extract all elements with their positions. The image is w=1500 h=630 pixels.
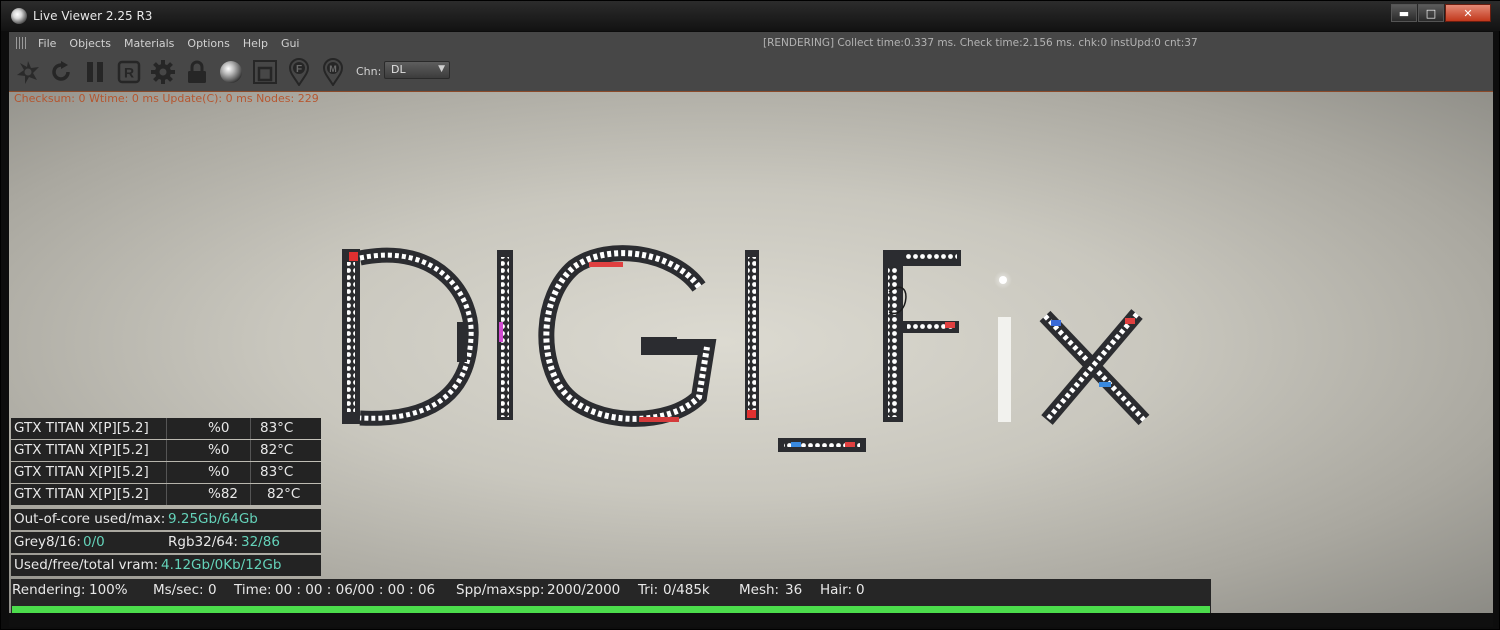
column-divider [166,462,167,483]
cinema4d-logo-icon [11,8,27,24]
channel-select[interactable]: DL ▼ [384,61,450,79]
material-pin-icon[interactable]: M [318,57,348,87]
live-viewer-window: Live Viewer 2.25 R3 ▬ □ ✕ File Objects M… [0,0,1500,630]
column-divider [250,462,251,483]
gpu-name: GTX TITAN X[P][5.2] [14,464,149,480]
column-divider [250,484,251,505]
gpu-row: GTX TITAN X[P][5.2] %0 82°C [11,440,321,461]
tri-label: Tri: [638,582,659,598]
out-of-core-stat: Out-of-core used/max: 9.25Gb/64Gb [11,509,321,530]
gpu-usage: %82 [208,486,239,502]
menu-gui[interactable]: Gui [281,37,300,50]
channel-label: Chn: [356,65,382,78]
gpu-temp: 82°C [260,442,294,458]
out-of-core-value: 9.25Gb/64Gb [168,511,258,527]
vram-value: 4.12Gb/0Kb/12Gb [161,557,282,573]
channel-value: DL [391,63,406,76]
focus-letter: F [296,64,302,75]
gpu-name: GTX TITAN X[P][5.2] [14,420,149,436]
window-title: Live Viewer 2.25 R3 [33,9,153,23]
render-status-bar: Rendering: 100% Ms/sec: 0 Time: 00 : 00 … [11,579,1211,613]
lightning-icon[interactable] [13,57,43,87]
vram-label: Used/free/total vram: [14,557,159,573]
gpu-usage: %0 [208,420,230,436]
ms-sec-label: Ms/sec: [153,582,204,598]
render-progress-bar [12,606,1210,613]
spp-label: Spp/maxspp: [456,582,545,598]
menu-help[interactable]: Help [243,37,268,50]
material-sphere-icon[interactable] [216,57,246,87]
gpu-usage: %0 [208,464,230,480]
hair-label: Hair: [820,582,853,598]
render-viewport[interactable]: Checksum: 0 Wtime: 0 ms Update(C): 0 ms … [9,92,1493,613]
menu-materials[interactable]: Materials [124,37,174,50]
gpu-name: GTX TITAN X[P][5.2] [14,442,149,458]
gpu-stats-table: GTX TITAN X[P][5.2] %0 83°C GTX TITAN X[… [11,418,321,506]
column-divider [166,440,167,461]
region-render-icon[interactable]: R [114,57,144,87]
menu-file[interactable]: File [38,37,56,50]
grey-value: 0/0 [83,534,105,550]
grey-label: Grey8/16: [14,534,81,550]
focus-pin-icon[interactable]: F [284,57,314,87]
render-status-text: [RENDERING] Collect time:0.337 ms. Check… [763,37,1198,49]
gpu-name: GTX TITAN X[P][5.2] [14,486,149,502]
toolbar: R F M Chn: DL ▼ [9,54,1493,92]
texture-stat: Grey8/16: 0/0 Rgb32/64: 32/86 [11,532,321,553]
render-progress-fill [12,606,1210,613]
title-bar[interactable]: Live Viewer 2.25 R3 ▬ □ ✕ [1,1,1500,31]
time-value: 00 : 00 : 06/00 : 00 : 06 [275,582,436,598]
column-divider [250,440,251,461]
column-divider [250,418,251,439]
close-button[interactable]: ✕ [1445,4,1491,22]
column-divider [166,484,167,505]
gpu-temp: 82°C [267,486,301,502]
gpu-temp: 83°C [260,420,294,436]
lock-icon[interactable] [182,57,212,87]
crop-icon[interactable] [250,57,280,87]
window-bottom-border [9,613,1493,627]
chevron-down-icon: ▼ [438,64,445,74]
rgb-value: 32/86 [241,534,280,550]
ms-sec-value: 0 [208,582,217,598]
menu-objects[interactable]: Objects [69,37,111,50]
gpu-row: GTX TITAN X[P][5.2] %82 82°C [11,484,321,505]
rgb-label: Rgb32/64: [168,534,238,550]
menu-list: File Objects Materials Options Help Gui [38,37,313,50]
window-controls: ▬ □ ✕ [1390,4,1491,24]
gpu-usage: %0 [208,442,230,458]
gpu-temp: 83°C [260,464,294,480]
pause-icon[interactable] [80,57,110,87]
time-label: Time: [234,582,272,598]
grip-handle-icon[interactable] [16,37,28,49]
spp-value: 2000/2000 [547,582,621,598]
material-letter: M [329,64,337,74]
menu-options[interactable]: Options [187,37,229,50]
rendering-value: 100% [89,582,128,598]
refresh-icon[interactable] [46,57,76,87]
region-letter: R [124,65,134,81]
rendering-label: Rendering: [12,582,86,598]
menu-bar: File Objects Materials Options Help Gui … [9,32,1493,55]
hair-value: 0 [856,582,865,598]
tri-value: 0/485k [663,582,710,598]
minimize-button[interactable]: ▬ [1391,4,1417,22]
maximize-button[interactable]: □ [1418,4,1444,22]
settings-gear-icon[interactable] [148,57,178,87]
gpu-row: GTX TITAN X[P][5.2] %0 83°C [11,462,321,483]
vram-stat: Used/free/total vram: 4.12Gb/0Kb/12Gb [11,555,321,576]
gpu-row: GTX TITAN X[P][5.2] %0 83°C [11,418,321,439]
column-divider [166,418,167,439]
out-of-core-label: Out-of-core used/max: [14,511,166,527]
mesh-label: Mesh: [739,582,780,598]
mesh-value: 36 [785,582,803,598]
